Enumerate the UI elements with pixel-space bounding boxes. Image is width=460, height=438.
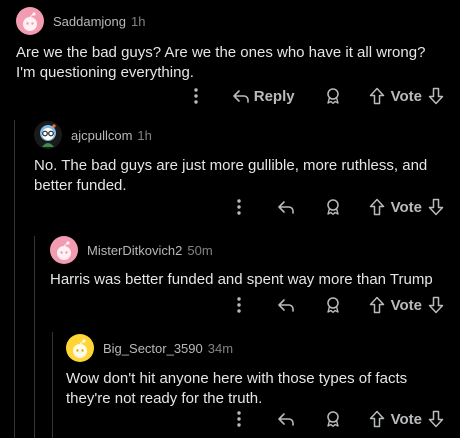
- comment-ajcpullcom: ajcpullcom 1h No. The bad guys are just …: [34, 120, 448, 216]
- thread-line-1[interactable]: [14, 120, 15, 438]
- award-icon[interactable]: [325, 198, 341, 216]
- vote-control: Vote: [369, 198, 444, 216]
- comment-username[interactable]: Saddamjong: [53, 14, 126, 29]
- downvote-arrow-icon[interactable]: [428, 198, 444, 216]
- more-options-icon[interactable]: [236, 411, 241, 427]
- snoo-pink-avatar-icon[interactable]: [16, 7, 44, 35]
- downvote-arrow-icon[interactable]: [428, 87, 444, 105]
- snoo-yellow-avatar-icon[interactable]: [66, 334, 94, 362]
- vote-label: Vote: [390, 410, 422, 428]
- more-options-icon[interactable]: [194, 88, 198, 104]
- comment-username[interactable]: MisterDitkovich2: [87, 243, 182, 258]
- snoo-glasses-avatar-icon[interactable]: [34, 121, 62, 149]
- upvote-arrow-icon[interactable]: [369, 410, 385, 428]
- comment-big-sector-3590: Big_Sector_3590 34m Wow don't hit anyone…: [66, 333, 448, 428]
- award-icon[interactable]: [325, 296, 341, 314]
- vote-control: Vote: [369, 296, 444, 314]
- comment-thread: Saddamjong 1h Are we the bad guys? Are w…: [0, 0, 460, 438]
- thread-line-2[interactable]: [34, 236, 35, 438]
- vote-label: Vote: [390, 296, 422, 314]
- reply-icon-button[interactable]: [277, 411, 295, 427]
- vote-control: Vote: [369, 87, 444, 105]
- downvote-arrow-icon[interactable]: [428, 296, 444, 314]
- comment-age: 50m: [187, 242, 213, 258]
- comment-header: Saddamjong 1h: [16, 6, 448, 36]
- comment-saddamjong: Saddamjong 1h Are we the bad guys? Are w…: [16, 6, 448, 105]
- vote-control: Vote: [369, 410, 444, 428]
- comment-actions: Vote: [236, 292, 444, 318]
- reply-label: Reply: [253, 87, 295, 105]
- upvote-arrow-icon[interactable]: [369, 87, 385, 105]
- comment-age: 34m: [207, 340, 234, 356]
- comment-age: 1h: [131, 13, 146, 29]
- more-options-icon[interactable]: [236, 199, 241, 215]
- reply-button[interactable]: Reply: [232, 88, 295, 105]
- comment-header: ajcpullcom 1h: [34, 120, 448, 150]
- reply-icon-button[interactable]: [277, 199, 295, 215]
- comment-age: 1h: [137, 127, 152, 143]
- comment-header: Big_Sector_3590 34m: [66, 333, 448, 363]
- more-options-icon[interactable]: [236, 297, 241, 313]
- comment-username[interactable]: ajcpullcom: [71, 128, 132, 143]
- comment-misterditkovich2: MisterDitkovich2 50m Harris was better f…: [50, 235, 448, 314]
- comment-username[interactable]: Big_Sector_3590: [103, 341, 203, 356]
- award-icon[interactable]: [325, 87, 341, 105]
- reply-arrow-icon: [232, 90, 249, 103]
- vote-label: Vote: [390, 198, 422, 216]
- comment-header: MisterDitkovich2 50m: [50, 235, 448, 265]
- downvote-arrow-icon[interactable]: [428, 410, 444, 428]
- upvote-arrow-icon[interactable]: [369, 198, 385, 216]
- snoo-pink-avatar-icon[interactable]: [50, 236, 78, 264]
- reply-icon-button[interactable]: [277, 297, 295, 313]
- comment-body: Harris was better funded and spent way m…: [50, 271, 433, 288]
- comment-actions: Vote: [236, 194, 444, 220]
- thread-line-3[interactable]: [52, 332, 53, 438]
- vote-label: Vote: [390, 87, 422, 105]
- award-icon[interactable]: [325, 410, 341, 428]
- comment-body: No. The bad guys are just more gullible,…: [34, 157, 428, 194]
- comment-actions: Reply Vote: [194, 83, 444, 109]
- comment-body: Are we the bad guys? Are we the ones who…: [16, 44, 426, 81]
- upvote-arrow-icon[interactable]: [369, 296, 385, 314]
- comment-actions: Vote: [236, 406, 444, 432]
- comment-body: Wow don't hit anyone here with those typ…: [66, 370, 408, 407]
